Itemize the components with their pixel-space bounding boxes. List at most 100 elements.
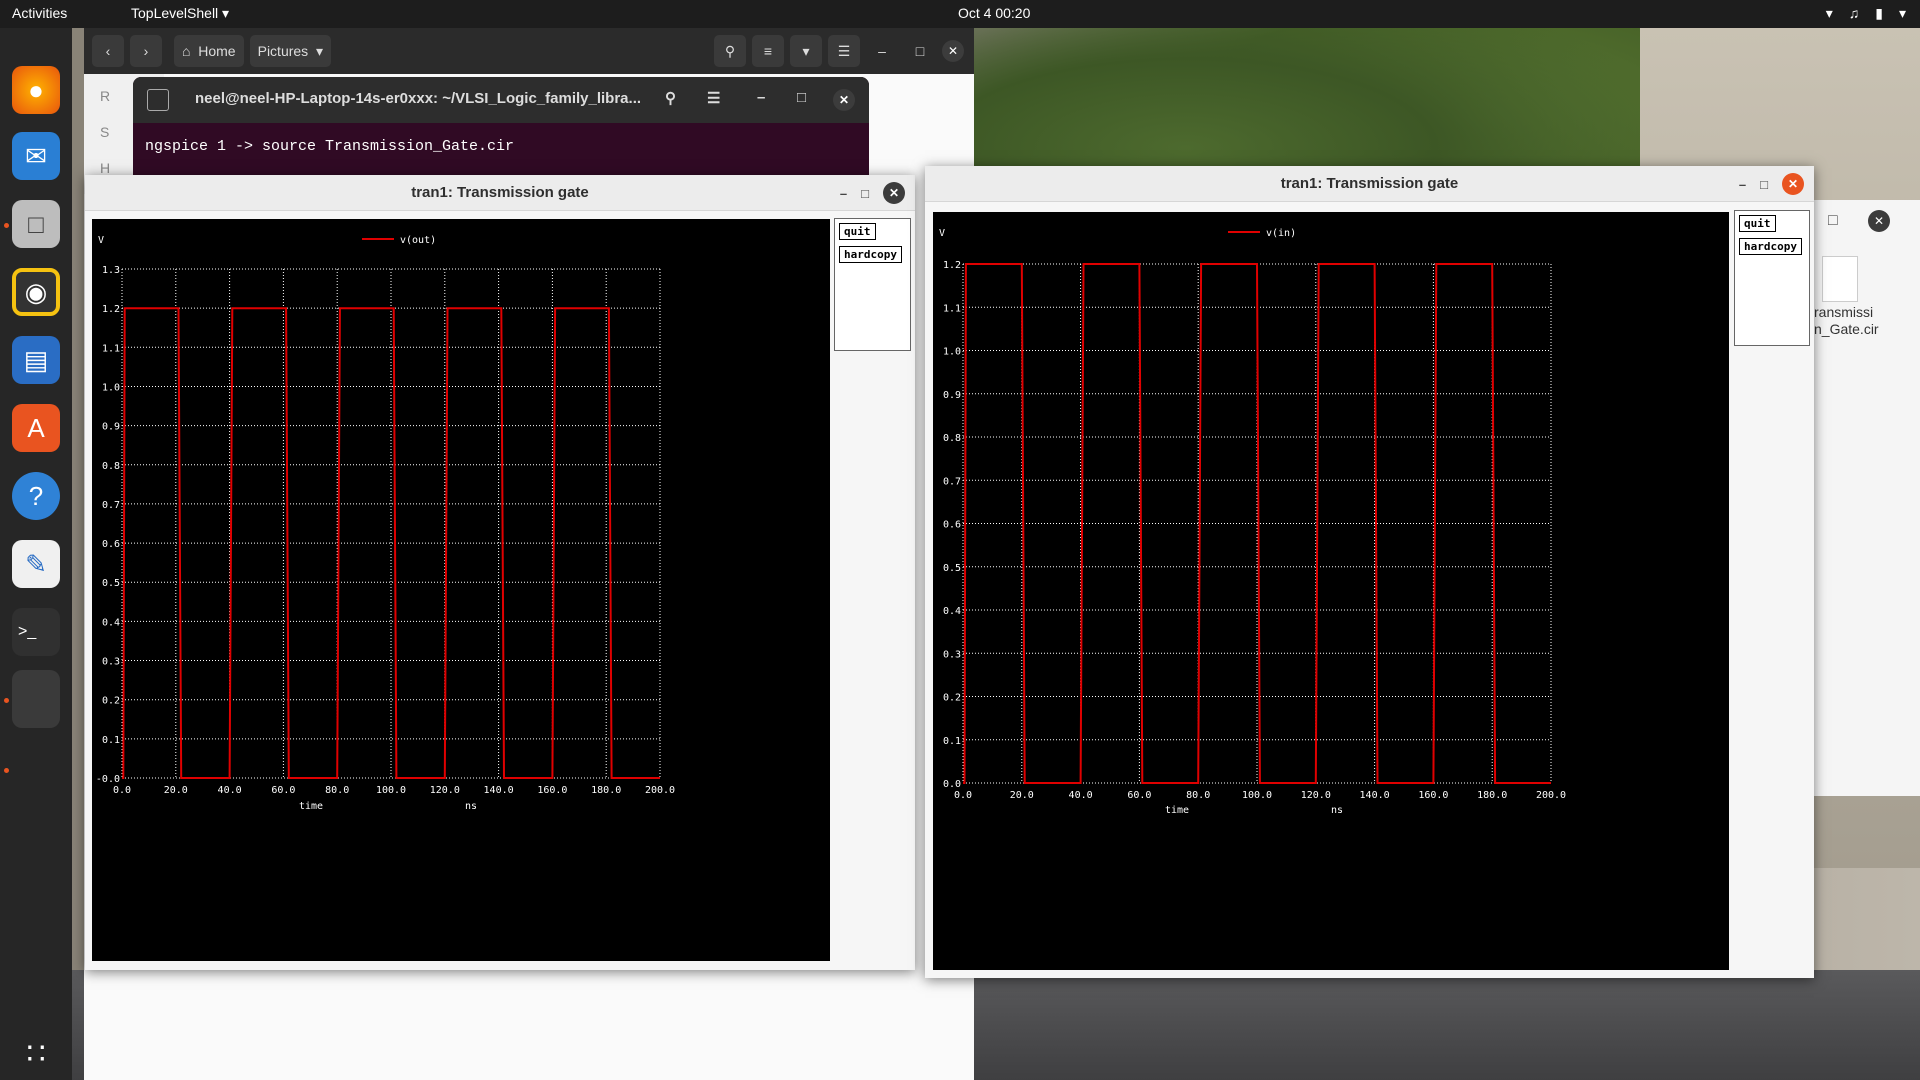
maximize-button[interactable]: □: [861, 186, 869, 201]
y-tick-label: 0.8: [943, 433, 961, 444]
app-grid-icon[interactable]: ∷: [12, 1030, 60, 1078]
x-tick-label: 20.0: [1010, 790, 1034, 801]
help-icon[interactable]: ?: [12, 472, 60, 520]
plot-button-panel: quit hardcopy: [834, 218, 911, 351]
y-tick-label: 0.6: [102, 539, 120, 550]
legend-label: v(in): [1266, 228, 1296, 239]
maximize-button[interactable]: □: [1760, 177, 1768, 192]
y-tick-label: 1.0: [102, 382, 120, 393]
y-tick-label: 0.7: [102, 500, 120, 511]
home-icon: ⌂: [182, 43, 199, 59]
system-tray[interactable]: ▾ ♫ ▮ ▾: [1826, 5, 1906, 22]
quit-button[interactable]: quit: [839, 223, 876, 240]
plot-canvas[interactable]: 0.0 20.0 40.0 60.0 80.0 100.0 120.0 140.0 160.0 1…: [933, 212, 1729, 970]
x-tick-label: 100.0: [1242, 790, 1272, 801]
sidebar-item-starred[interactable]: S: [100, 124, 109, 140]
close-button[interactable]: ✕: [942, 40, 964, 62]
files-icon[interactable]: □: [12, 200, 60, 248]
y-tick-label: 0.2: [943, 693, 961, 704]
text-editor-icon[interactable]: ✎: [12, 540, 60, 588]
software-icon[interactable]: A: [12, 404, 60, 452]
y-tick-label: 0.0: [943, 779, 961, 790]
hamburger-icon: ☰: [837, 42, 851, 59]
plot-window-vout: tran1: Transmission gate – □ ✕ 0.0 20.0 40…: [85, 175, 915, 970]
maximize-button[interactable]: □: [1828, 212, 1838, 230]
x-tick-label: 180.0: [1477, 790, 1507, 801]
view-list-button[interactable]: ≡: [752, 35, 784, 67]
search-icon[interactable]: ⚲: [665, 89, 676, 107]
y-tick-label: 0.3: [102, 657, 120, 668]
maximize-button[interactable]: □: [797, 89, 806, 106]
new-tab-icon[interactable]: [147, 89, 169, 111]
x-tick-label: 180.0: [591, 785, 621, 796]
y-tick-label: 1.2: [102, 304, 120, 315]
close-button[interactable]: ✕: [1868, 210, 1890, 232]
y-tick-label: 0.3: [943, 649, 961, 660]
y-tick-label: 0.9: [943, 390, 961, 401]
app-menu[interactable]: TopLevelShell ▾: [131, 5, 229, 22]
x-tick-label: 20.0: [164, 785, 188, 796]
writer-icon[interactable]: ▤: [12, 336, 60, 384]
x-tick-label: 140.0: [1360, 790, 1390, 801]
activities-button[interactable]: Activities: [12, 5, 67, 21]
maximize-button[interactable]: □: [904, 35, 936, 67]
plot-window-vin: tran1: Transmission gate – □ ✕ 0.0 20.0 40…: [925, 166, 1814, 978]
y-tick-label: 0.1: [102, 735, 120, 746]
file-label[interactable]: ransmissi n_Gate.cir: [1814, 304, 1879, 338]
sidebar-item-home[interactable]: H: [100, 160, 110, 176]
y-axis-label: V: [98, 235, 104, 246]
file-manager-headerbar: ‹ › ⌂ Home Pictures ▾ ⚲ ≡ ▾ ☰ – □ ✕: [84, 28, 974, 74]
volume-icon: ♫: [1848, 5, 1860, 21]
forward-button[interactable]: ›: [130, 35, 162, 67]
chevron-down-icon: ▾: [1898, 5, 1906, 21]
file-icon[interactable]: [1822, 256, 1858, 302]
minimize-button[interactable]: –: [1739, 177, 1746, 192]
close-button[interactable]: ✕: [1782, 173, 1804, 195]
firefox-icon[interactable]: ●: [12, 66, 60, 114]
window-title: tran1: Transmission gate: [411, 184, 589, 201]
x-tick-label: 0.0: [113, 785, 131, 796]
running-indicator: [4, 223, 9, 228]
minimize-button[interactable]: –: [757, 89, 765, 106]
minimize-button[interactable]: –: [840, 186, 847, 201]
y-tick-label: 0.4: [943, 606, 961, 617]
hamburger-icon[interactable]: ☰: [707, 89, 720, 107]
chevron-down-icon: ▾: [308, 42, 323, 59]
close-button[interactable]: ✕: [883, 182, 905, 204]
plot-canvas[interactable]: 0.0 20.0 40.0 60.0 80.0 100.0 120.0 140.0 160.0 1…: [92, 219, 830, 961]
pictures-breadcrumb[interactable]: Pictures ▾: [249, 35, 331, 67]
x-axis-unit: ns: [465, 801, 477, 812]
x-tick-label: 60.0: [271, 785, 295, 796]
menu-button[interactable]: ☰: [828, 35, 860, 67]
back-button[interactable]: ‹: [92, 35, 124, 67]
active-app-slot[interactable]: [12, 670, 60, 728]
background-window: □ ✕ ransmissi n_Gate.cir: [1810, 200, 1920, 796]
x-tick-label: 40.0: [1069, 790, 1093, 801]
x-tick-label: 40.0: [218, 785, 242, 796]
home-breadcrumb[interactable]: ⌂ Home: [174, 35, 244, 67]
x-axis-label: time: [1165, 805, 1189, 816]
clock[interactable]: Oct 4 00:20: [958, 5, 1030, 21]
minimize-button[interactable]: –: [866, 35, 898, 67]
search-button[interactable]: ⚲: [714, 35, 746, 67]
rhythmbox-icon[interactable]: ◉: [12, 268, 60, 316]
quit-button[interactable]: quit: [1739, 215, 1776, 232]
running-indicator: [4, 698, 9, 703]
x-tick-label: 160.0: [537, 785, 567, 796]
x-tick-label: 60.0: [1127, 790, 1151, 801]
hardcopy-button[interactable]: hardcopy: [1739, 238, 1802, 255]
y-tick-label: -0.0: [96, 774, 120, 785]
thunderbird-icon[interactable]: ✉: [12, 132, 60, 180]
hardcopy-button[interactable]: hardcopy: [839, 246, 902, 263]
y-tick-label: 0.5: [102, 578, 120, 589]
list-icon: ≡: [763, 43, 773, 59]
view-options-button[interactable]: ▾: [790, 35, 822, 67]
terminal-icon[interactable]: >_: [12, 608, 60, 656]
x-tick-label: 120.0: [1301, 790, 1331, 801]
sidebar-item-recent[interactable]: R: [100, 88, 110, 104]
x-tick-label: 80.0: [325, 785, 349, 796]
y-tick-label: 0.9: [102, 422, 120, 433]
terminal-title: neel@neel-HP-Laptop-14s-er0xxx: ~/VLSI_L…: [195, 90, 642, 107]
close-button[interactable]: ✕: [833, 89, 855, 111]
chevron-down-icon: ▾: [802, 42, 810, 59]
